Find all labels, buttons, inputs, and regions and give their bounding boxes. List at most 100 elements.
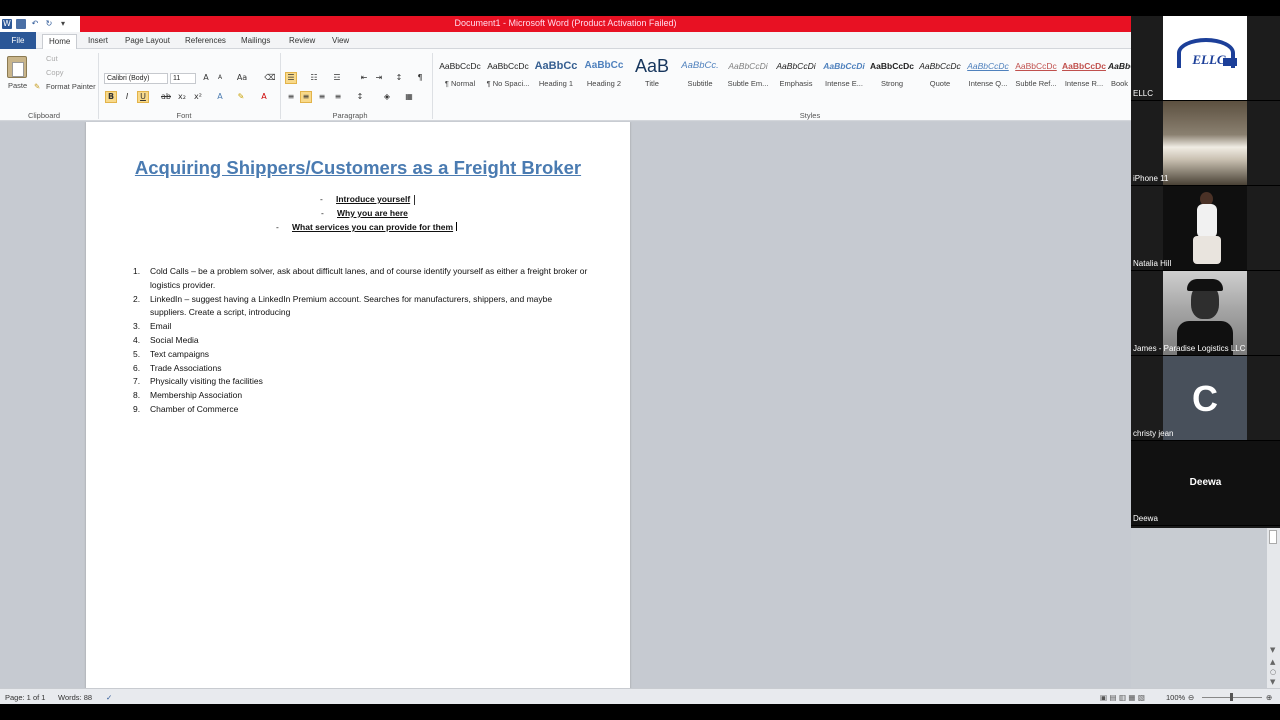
list-item[interactable]: 3. Email — [130, 320, 590, 334]
tab-home[interactable]: Home — [42, 34, 78, 49]
tab-mailings[interactable]: Mailings — [235, 34, 276, 49]
align-left-icon[interactable]: ≡ — [285, 91, 297, 103]
bullet-item[interactable]: What services you can provide for them — [292, 222, 453, 232]
next-page-icon[interactable]: ▼ — [1270, 678, 1275, 686]
paste-icon[interactable] — [7, 56, 27, 78]
style-quote[interactable]: AaBbCcDc Quote — [916, 53, 964, 105]
participant-tile[interactable]: iPhone 11 — [1131, 101, 1280, 186]
list-number: 4. — [133, 334, 141, 345]
style-subtle-reference[interactable]: AaBbCcDc Subtle Ref... — [1012, 53, 1060, 105]
superscript-icon[interactable]: x² — [192, 91, 204, 103]
align-right-icon[interactable]: ≡ — [316, 91, 328, 103]
style-no-spacing[interactable]: AaBbCcDc ¶ No Spaci... — [484, 53, 532, 105]
bullet-item[interactable]: Why you are here — [337, 208, 408, 218]
style-subtitle[interactable]: AaBbCc. Subtitle — [676, 53, 724, 105]
highlight-icon[interactable]: ✎ — [235, 91, 247, 103]
justify-icon[interactable]: ≡ — [332, 91, 344, 103]
scrollbar-thumb[interactable] — [1269, 530, 1277, 544]
italic-icon[interactable]: I — [121, 91, 133, 103]
tab-insert[interactable]: Insert — [82, 34, 114, 49]
scroll-down-icon[interactable]: ▼ — [1270, 646, 1275, 654]
decrease-indent-icon[interactable]: ⇤ — [358, 72, 370, 84]
bold-icon[interactable]: B — [105, 91, 117, 103]
style-normal[interactable]: AaBbCcDc ¶ Normal — [436, 53, 484, 105]
bullets-icon[interactable]: ☰ — [285, 72, 297, 84]
list-text: Text campaigns — [150, 348, 210, 359]
format-painter-button[interactable]: Format Painter — [46, 82, 96, 91]
style-intense-emphasis[interactable]: AaBbCcDi Intense E... — [820, 53, 868, 105]
font-size-select[interactable]: 11 — [170, 73, 196, 84]
grow-font-icon[interactable]: A — [200, 72, 212, 84]
list-item[interactable]: 1. Cold Calls – be a problem solver, ask … — [130, 265, 590, 293]
multilevel-list-icon[interactable]: ☲ — [331, 72, 343, 84]
participants-panel: ELLC ELLC iPhone 11 Natalia Hill James - — [1131, 16, 1280, 528]
sort-icon[interactable]: ↕ — [393, 72, 405, 84]
bullet-item[interactable]: Introduce yourself — [336, 194, 410, 204]
list-item[interactable]: 9. Chamber of Commerce — [130, 403, 590, 417]
show-formatting-icon[interactable]: ¶ — [414, 72, 426, 84]
style-sample: AaBbCc — [534, 60, 578, 72]
clear-formatting-icon[interactable]: ⌫ — [264, 72, 276, 84]
page-count[interactable]: Page: 1 of 1 — [5, 693, 45, 702]
tab-references[interactable]: References — [179, 34, 232, 49]
tab-view[interactable]: View — [326, 34, 355, 49]
paste-label[interactable]: Paste — [8, 81, 27, 90]
participant-tile[interactable]: Deewa Deewa — [1131, 441, 1280, 526]
select-browse-object-icon[interactable]: ○ — [1270, 668, 1276, 676]
strikethrough-icon[interactable]: ab — [160, 91, 172, 103]
style-heading-1[interactable]: AaBbCc Heading 1 — [532, 53, 580, 105]
undo-icon[interactable]: ↶ — [30, 19, 40, 29]
zoom-in-icon[interactable]: ⊕ — [1266, 693, 1272, 702]
participant-tile[interactable]: ELLC ELLC — [1131, 16, 1280, 101]
style-book-title[interactable]: AaBbCcDc Book — [1108, 53, 1131, 105]
document-page[interactable]: Acquiring Shippers/Customers as a Freigh… — [86, 122, 630, 689]
text-effects-icon[interactable]: A — [214, 91, 226, 103]
customize-qat-icon[interactable]: ▾ — [58, 19, 68, 29]
view-mode-icons[interactable]: ▣ ▤ ▥ ▦ ▧ — [1100, 693, 1145, 702]
list-item[interactable]: 7. Physically visiting the facilities — [130, 375, 590, 389]
subscript-icon[interactable]: x₂ — [176, 91, 188, 103]
cut-button[interactable]: Cut — [46, 54, 58, 63]
zoom-level[interactable]: 100% — [1166, 693, 1185, 702]
zoom-slider-thumb[interactable] — [1230, 693, 1233, 701]
word-app-icon[interactable]: W — [2, 19, 12, 29]
document-title[interactable]: Acquiring Shippers/Customers as a Freigh… — [86, 157, 630, 179]
list-item[interactable]: 2. LinkedIn – suggest having a LinkedIn P… — [130, 293, 590, 321]
tab-page-layout[interactable]: Page Layout — [119, 34, 176, 49]
list-item[interactable]: 5. Text campaigns — [130, 348, 590, 362]
style-subtle-emphasis[interactable]: AaBbCcDi Subtle Em... — [724, 53, 772, 105]
list-item[interactable]: 6. Trade Associations — [130, 362, 590, 376]
font-name-select[interactable]: Calibri (Body) — [104, 73, 168, 84]
participant-tile[interactable]: C christy jean — [1131, 356, 1280, 441]
shading-icon[interactable]: ◈ — [381, 91, 393, 103]
quick-access-toolbar: W ↶ ↻ ▾ — [0, 16, 80, 32]
word-count[interactable]: Words: 88 — [58, 693, 92, 702]
underline-icon[interactable]: U — [137, 91, 149, 103]
list-item[interactable]: 4. Social Media — [130, 334, 590, 348]
align-center-icon[interactable]: ≡ — [300, 91, 312, 103]
save-icon[interactable] — [16, 19, 26, 29]
style-intense-reference[interactable]: AaBbCcDc Intense R... — [1060, 53, 1108, 105]
redo-icon[interactable]: ↻ — [44, 19, 54, 29]
participant-tile[interactable]: Natalia Hill — [1131, 186, 1280, 271]
tab-file[interactable]: File — [0, 32, 36, 49]
line-spacing-icon[interactable]: ↕ — [354, 91, 366, 103]
font-color-icon[interactable]: A — [258, 91, 270, 103]
copy-button[interactable]: Copy — [46, 68, 64, 77]
zoom-out-icon[interactable]: ⊖ — [1188, 693, 1194, 702]
style-strong[interactable]: AaBbCcDc Strong — [868, 53, 916, 105]
change-case-icon[interactable]: Aa — [236, 72, 248, 84]
style-emphasis[interactable]: AaBbCcDi Emphasis — [772, 53, 820, 105]
style-heading-2[interactable]: AaBbCc Heading 2 — [580, 53, 628, 105]
numbering-icon[interactable]: ☷ — [308, 72, 320, 84]
proofing-icon[interactable]: ✓ — [106, 693, 112, 702]
increase-indent-icon[interactable]: ⇥ — [373, 72, 385, 84]
shrink-font-icon[interactable]: A — [214, 72, 226, 84]
prev-page-icon[interactable]: ▲ — [1270, 658, 1275, 666]
borders-icon[interactable]: ▦ — [403, 91, 415, 103]
list-item[interactable]: 8. Membership Association — [130, 389, 590, 403]
participant-tile[interactable]: James - Paradise Logistics LLC — [1131, 271, 1280, 356]
style-intense-quote[interactable]: AaBbCcDc Intense Q... — [964, 53, 1012, 105]
tab-review[interactable]: Review — [283, 34, 321, 49]
style-title[interactable]: AaB Title — [628, 53, 676, 105]
